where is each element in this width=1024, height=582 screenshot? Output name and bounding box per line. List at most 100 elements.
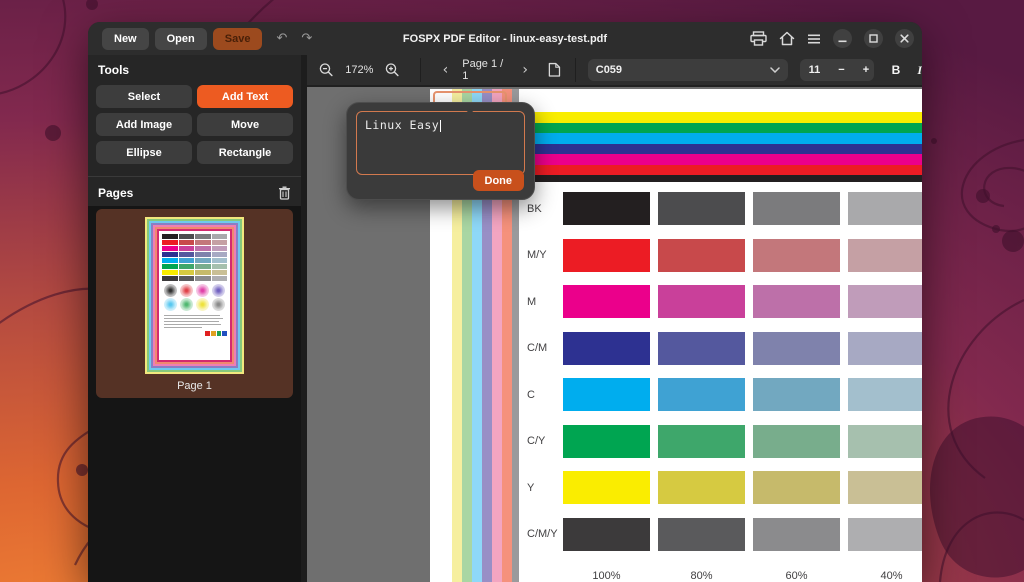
text-input[interactable]: Linux Easy bbox=[356, 111, 525, 175]
maximize-icon bbox=[869, 34, 878, 43]
thumbnail-starburst bbox=[211, 298, 225, 311]
add-text-popup: Linux Easy Done bbox=[346, 102, 535, 200]
next-page-icon[interactable]: › bbox=[522, 63, 528, 77]
color-swatch bbox=[848, 517, 922, 551]
font-family-select[interactable]: C059 bbox=[587, 59, 788, 81]
thumbnail-border-stripe bbox=[155, 227, 234, 364]
color-swatch bbox=[753, 285, 840, 318]
font-size-value: 11 bbox=[808, 64, 821, 76]
swatch-col-label: 100% bbox=[592, 570, 621, 582]
text-input-value: Linux Easy bbox=[365, 118, 440, 132]
color-swatch bbox=[658, 424, 745, 458]
previous-page-icon[interactable]: ‹ bbox=[443, 63, 449, 77]
swatch-col-label: 40% bbox=[880, 570, 903, 582]
print-icon[interactable] bbox=[750, 31, 767, 46]
undo-icon[interactable]: ↶ bbox=[276, 32, 287, 45]
swatch-row-label: BK bbox=[527, 202, 542, 215]
tool-button-select[interactable]: Select bbox=[96, 85, 192, 108]
chevron-down-icon bbox=[769, 67, 780, 73]
color-swatch bbox=[658, 378, 745, 411]
thumbnail-text-lines bbox=[162, 312, 227, 328]
color-swatch bbox=[563, 424, 650, 458]
new-page-icon[interactable] bbox=[548, 62, 561, 78]
thumbnail-starburst bbox=[164, 284, 178, 297]
page-list-item[interactable]: Page 1 bbox=[96, 209, 293, 398]
color-swatch bbox=[753, 517, 840, 551]
bold-button[interactable]: B bbox=[892, 63, 901, 77]
color-swatch bbox=[563, 238, 650, 272]
delete-page-icon[interactable] bbox=[278, 186, 291, 200]
document-viewport[interactable]: BK M/Y M C/M C C/Y Y C/M/Y 100% 80% 60% 40% Linux E… bbox=[307, 87, 922, 582]
color-swatch bbox=[658, 331, 745, 365]
italic-button[interactable]: I bbox=[917, 63, 922, 78]
home-icon[interactable] bbox=[779, 31, 795, 46]
page-thumbnail-label: Page 1 bbox=[177, 380, 212, 392]
swatch-col-label: 60% bbox=[785, 570, 808, 582]
thumbnail-logo bbox=[205, 331, 227, 336]
color-swatch bbox=[563, 192, 650, 225]
font-size-decrease-button[interactable]: − bbox=[829, 59, 853, 81]
thumbnail-border-stripe bbox=[147, 219, 242, 372]
page-thumbnail bbox=[145, 217, 244, 374]
popup-caret bbox=[459, 109, 481, 119]
color-grid: BK M/Y M C/M C C/Y Y C/M/Y 100% 80% 60% 40% bbox=[527, 192, 922, 582]
color-swatch bbox=[563, 378, 650, 411]
thumbnail-grid-row bbox=[162, 252, 227, 257]
titlebar[interactable]: New Open Save ↶ ↷ FOSPX PDF Editor - lin… bbox=[88, 22, 922, 55]
color-swatch bbox=[658, 192, 745, 225]
tool-button-ellipse[interactable]: Ellipse bbox=[96, 141, 192, 164]
thumbnail-grid-row bbox=[162, 240, 227, 245]
thumbnail-starburst bbox=[195, 298, 209, 311]
swatch-row-label: C/M bbox=[527, 342, 548, 354]
font-size-increase-button[interactable]: + bbox=[854, 59, 874, 81]
color-swatch bbox=[848, 331, 922, 365]
pages-section-title: Pages bbox=[98, 186, 134, 200]
new-button[interactable]: New bbox=[102, 27, 149, 50]
minimize-button[interactable] bbox=[833, 29, 852, 48]
swatch-row-label: Y bbox=[527, 481, 535, 494]
desktop-background: New Open Save ↶ ↷ FOSPX PDF Editor - lin… bbox=[0, 0, 1024, 582]
thumbnail-grid-row bbox=[162, 234, 227, 239]
wallpaper-blob bbox=[930, 416, 1024, 578]
menu-icon[interactable] bbox=[807, 33, 821, 45]
sidebar-divider bbox=[88, 176, 301, 177]
color-swatch bbox=[753, 424, 840, 458]
toolbar-separator bbox=[574, 58, 576, 82]
color-swatch bbox=[753, 331, 840, 365]
open-button[interactable]: Open bbox=[154, 27, 207, 50]
tool-button-move[interactable]: Move bbox=[197, 113, 293, 136]
color-swatch bbox=[658, 285, 745, 318]
color-swatch bbox=[753, 378, 840, 411]
thumbnail-grid-row bbox=[162, 246, 227, 251]
editor-toolbar: 172% ‹ Page 1 / 1 › C059 11 − + B I bbox=[307, 55, 922, 87]
tool-button-rectangle[interactable]: Rectangle bbox=[197, 141, 293, 164]
thumbnail-grid-row bbox=[162, 270, 227, 275]
done-button[interactable]: Done bbox=[472, 170, 524, 191]
color-swatch bbox=[563, 471, 650, 504]
color-swatch bbox=[753, 238, 840, 272]
thumbnail-grid-row bbox=[162, 258, 227, 263]
app-window: New Open Save ↶ ↷ FOSPX PDF Editor - lin… bbox=[88, 22, 922, 582]
color-swatch bbox=[658, 517, 745, 551]
redo-icon[interactable]: ↷ bbox=[301, 32, 312, 45]
close-icon bbox=[900, 34, 909, 43]
close-button[interactable] bbox=[895, 29, 914, 48]
zoom-out-icon[interactable] bbox=[319, 62, 334, 78]
zoom-level-label: 172% bbox=[345, 64, 374, 76]
tool-button-add-text[interactable]: Add Text bbox=[197, 85, 293, 108]
page-indicator: Page 1 / 1 bbox=[462, 58, 504, 82]
color-swatch bbox=[848, 285, 922, 318]
pages-list: Page 1 bbox=[88, 206, 301, 582]
color-swatch bbox=[848, 192, 922, 225]
save-button[interactable]: Save bbox=[212, 27, 263, 50]
color-swatch bbox=[848, 424, 922, 458]
zoom-in-icon[interactable] bbox=[385, 62, 400, 78]
thumbnail-starburst bbox=[195, 284, 209, 297]
minimize-icon bbox=[838, 40, 847, 43]
color-swatch bbox=[848, 471, 922, 504]
thumbnail-border-stripe bbox=[151, 223, 238, 368]
color-swatch bbox=[563, 331, 650, 365]
font-size-control: 11 − + bbox=[799, 59, 874, 81]
tool-button-add-image[interactable]: Add Image bbox=[96, 113, 192, 136]
maximize-button[interactable] bbox=[864, 29, 883, 48]
